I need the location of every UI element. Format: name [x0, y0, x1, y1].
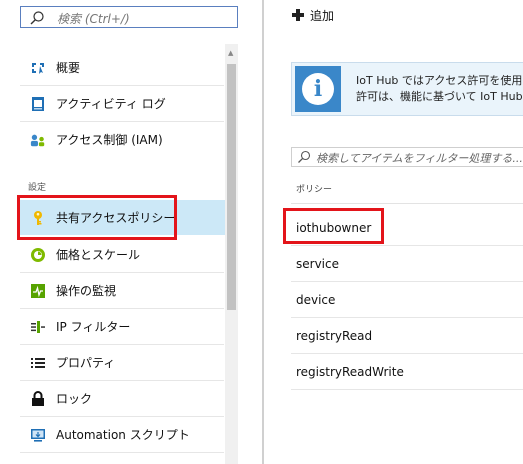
sidebar-item-access-control[interactable]: アクセス制御 (IAM)	[20, 122, 224, 157]
add-button[interactable]: 追加	[292, 6, 334, 24]
table-row[interactable]: device	[291, 282, 523, 318]
column-header-policy: ポリシー	[296, 185, 333, 195]
filter-placeholder: 検索してアイテムをフィルター処理する...	[316, 152, 523, 165]
header-divider	[291, 203, 523, 204]
activity-log-icon	[30, 96, 46, 112]
sidebar-item-label: Automation スクリプト	[56, 428, 190, 442]
table-row[interactable]: registryRead	[291, 318, 523, 354]
sidebar-item-label: 価格とスケール	[56, 248, 141, 262]
sidebar-item-properties[interactable]: プロパティ	[20, 345, 224, 380]
filter-input[interactable]: 検索してアイテムをフィルター処理する...	[291, 147, 523, 167]
sidebar-item-operations-monitoring[interactable]: 操作の監視	[20, 273, 224, 308]
sidebar-item-label: アクティビティ ログ	[56, 97, 166, 111]
automation-script-icon	[30, 427, 46, 443]
separator	[20, 452, 224, 453]
search-input[interactable]: 検索 (Ctrl+/)	[20, 6, 238, 28]
ip-filter-icon	[30, 319, 46, 335]
info-text-line2: 許可は、機能に基づいて IoT Hub	[356, 90, 523, 103]
sidebar-item-automation-script[interactable]: Automation スクリプト	[20, 417, 224, 452]
add-button-label: 追加	[310, 8, 335, 23]
sidebar-scrollbar[interactable]: ▲	[225, 44, 238, 464]
sidebar-item-label: 操作の監視	[56, 284, 117, 298]
scrollbar-thumb[interactable]	[227, 64, 236, 310]
sidebar-item-label: ロック	[56, 392, 93, 406]
policy-name: registryReadWrite	[296, 364, 404, 379]
properties-icon	[30, 355, 46, 371]
overview-icon	[30, 60, 46, 76]
lock-icon	[30, 390, 46, 407]
sidebar-item-overview[interactable]: 概要	[20, 50, 224, 85]
highlight-box-iothubowner	[283, 208, 384, 244]
scroll-up-icon[interactable]: ▲	[228, 50, 233, 57]
info-text-line1: IoT Hub ではアクセス許可を使用し	[356, 74, 523, 87]
policy-name: device	[296, 292, 336, 307]
table-row[interactable]: service	[291, 246, 523, 282]
sidebar-item-pricing-scale[interactable]: 価格とスケール	[20, 237, 224, 272]
policy-name: service	[296, 256, 339, 271]
policy-name: registryRead	[296, 328, 373, 343]
left-blade: 検索 (Ctrl+/) 概要 アクティビティ ログ アクセス制御 (IAM) 設…	[0, 0, 240, 464]
info-icon: i	[295, 66, 341, 112]
monitoring-icon	[30, 283, 46, 299]
info-banner: i IoT Hub ではアクセス許可を使用し 許可は、機能に基づいて IoT H…	[291, 62, 523, 116]
pricing-icon	[30, 247, 46, 263]
sidebar-item-activity-log[interactable]: アクティビティ ログ	[20, 86, 224, 121]
right-blade: 追加 i IoT Hub ではアクセス許可を使用し 許可は、機能に基づいて Io…	[264, 0, 523, 464]
search-icon	[30, 11, 44, 25]
sidebar-item-label: 概要	[56, 61, 81, 75]
sidebar-item-label: プロパティ	[56, 356, 116, 370]
sidebar-item-label: IP フィルター	[56, 320, 131, 334]
search-icon	[298, 150, 311, 163]
highlight-box-shared-access-policies	[17, 195, 177, 240]
sidebar-item-label: アクセス制御 (IAM)	[56, 133, 163, 147]
sidebar-item-ip-filter[interactable]: IP フィルター	[20, 309, 224, 344]
search-placeholder: 検索 (Ctrl+/)	[57, 12, 130, 26]
plus-icon	[292, 9, 304, 21]
sidebar-item-lock[interactable]: ロック	[20, 381, 224, 416]
section-label-settings: 設定	[28, 183, 47, 193]
access-control-icon	[30, 132, 46, 148]
table-row[interactable]: registryReadWrite	[291, 354, 523, 390]
